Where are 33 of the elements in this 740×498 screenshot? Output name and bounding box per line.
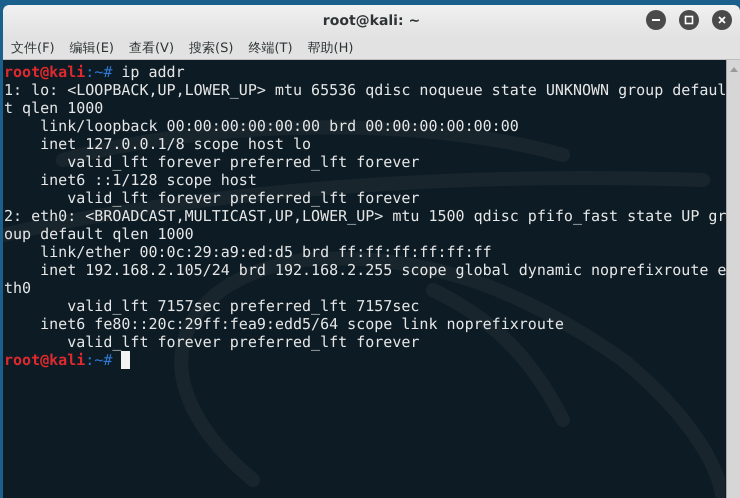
maximize-button[interactable]: [679, 10, 699, 30]
output-line: inet6 fe80::20c:29ff:fea9:edd5/64 scope link noprefixroute: [39, 315, 564, 333]
minimize-button[interactable]: [646, 10, 666, 30]
menu-item[interactable]: 文件(F): [11, 38, 55, 56]
output-line: valid_lft forever preferred_lft forever: [66, 333, 420, 351]
output-line: t qlen 1000: [4, 99, 104, 117]
output-line: valid_lft 7157sec preferred_lft 7157sec: [66, 297, 420, 315]
output-line: link/loopback 00:00:00:00:00:00 brd 00:00:00:00:00:00: [39, 117, 519, 135]
close-button[interactable]: [712, 10, 732, 30]
scrollbar[interactable]: [726, 60, 740, 498]
menu-item[interactable]: 查看(V): [128, 38, 174, 56]
output-line: inet 127.0.0.1/8 scope host lo: [39, 135, 312, 153]
menu-item[interactable]: 帮助(H): [308, 38, 354, 56]
output-line: valid_lft forever preferred_lft forever: [66, 189, 420, 207]
prompt-user: root@kali: [4, 63, 86, 81]
output-line: valid_lft forever preferred_lft forever: [66, 153, 420, 171]
menu-item[interactable]: 搜索(S): [189, 38, 234, 56]
output-line: th0: [4, 279, 32, 297]
prompt-user: root@kali: [4, 351, 86, 369]
output-line: inet6 ::1/128 scope host: [39, 171, 257, 189]
prompt-path: :~#: [85, 351, 112, 369]
maximize-icon: [684, 15, 694, 25]
close-icon: [717, 15, 727, 25]
output-line: 1: lo: <LOOPBACK,UP,LOWER_UP> mtu 65536 qdisc noqueue state UNKNOWN group defaul: [4, 81, 726, 99]
menu-item[interactable]: 编辑(E): [70, 38, 114, 56]
prompt-path: :~#: [85, 63, 112, 81]
output-line: oup default qlen 1000: [4, 225, 194, 243]
output-line: 2: eth0: <BROADCAST,MULTICAST,UP,LOWER_UP> mtu 1500 qdisc pfifo_fast state UP gr: [4, 207, 726, 225]
command-text: ip addr: [120, 63, 185, 81]
output-line: inet 192.168.2.105/24 brd 192.168.2.255 scope global dynamic noprefixroute e: [39, 261, 726, 279]
window-title: root@kali: ~: [322, 12, 420, 28]
output-line: link/ether 00:0c:29:a9:ed:d5 brd ff:ff:ff:ff:ff:ff: [39, 243, 492, 261]
menu-item[interactable]: 终端(T): [248, 38, 293, 56]
